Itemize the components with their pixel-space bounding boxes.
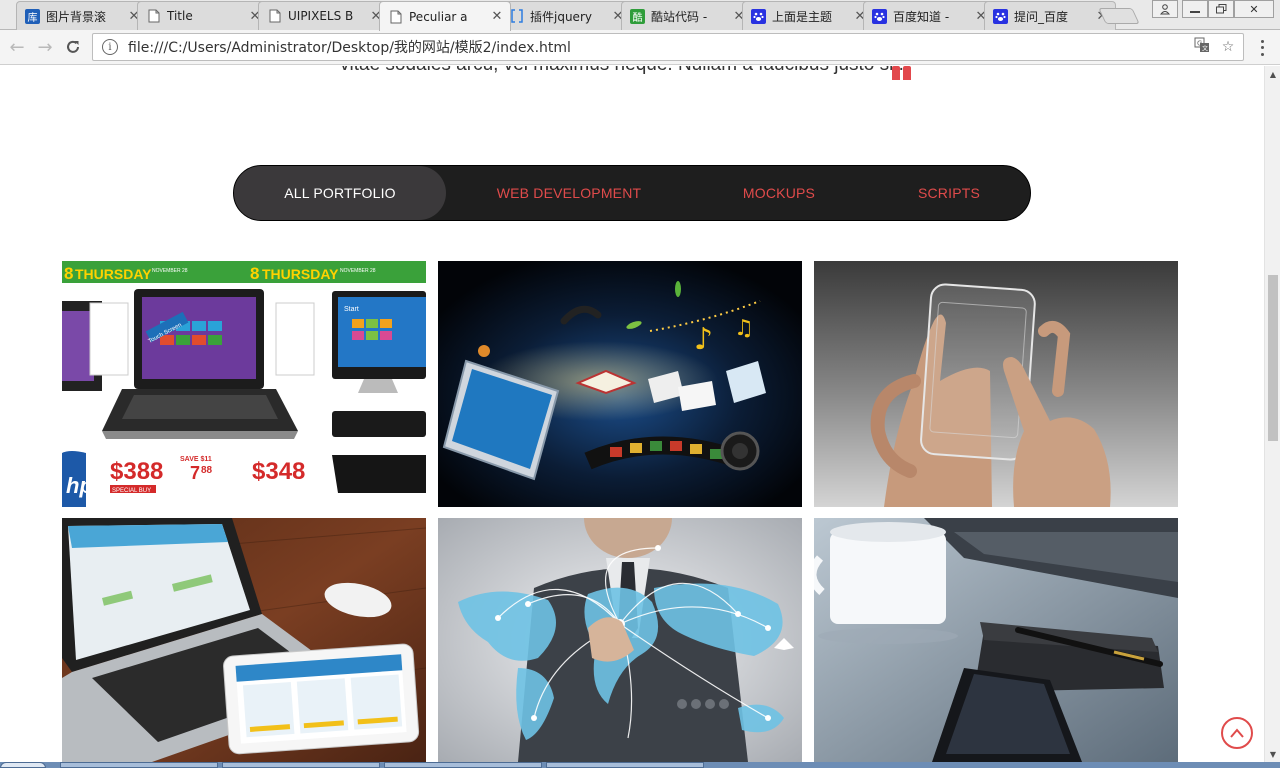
browser-tab-title: 提问_百度 (1014, 9, 1069, 24)
address-bar[interactable]: i file:///C:/Users/Administrator/Desktop… (92, 33, 1244, 61)
svg-text:7: 7 (190, 463, 200, 483)
svg-text:hp: hp (66, 473, 93, 498)
browser-tab-3[interactable]: Peculiar a ✕ (379, 1, 511, 31)
close-tab-icon[interactable]: ✕ (488, 9, 506, 24)
baidu-paw-icon (993, 8, 1008, 24)
browser-tab-title: Peculiar a (409, 9, 468, 24)
page-icon (146, 9, 161, 24)
svg-text:♫: ♫ (734, 316, 754, 341)
portfolio-item-desk-coffee[interactable] (814, 518, 1178, 762)
portfolio-item-media-splash[interactable]: ♪ ♫ (438, 261, 802, 507)
svg-text:$388: $388 (110, 458, 163, 485)
filter-web-development[interactable]: WEB DEVELOPMENT (454, 166, 684, 220)
portfolio-filter-bar: ALL PORTFOLIO WEB DEVELOPMENT MOCKUPS SC… (233, 165, 1031, 221)
media-splash-image: ♪ ♫ (438, 261, 802, 507)
svg-text:NOVEMBER 28: NOVEMBER 28 (340, 268, 376, 274)
browser-tab-title: 百度知道 - (893, 9, 950, 24)
page-icon (267, 9, 282, 24)
new-tab-button[interactable] (1098, 8, 1140, 24)
chevron-up-icon (1230, 728, 1244, 738)
baidu-paw-icon (751, 8, 766, 24)
back-to-top-button[interactable] (1221, 717, 1253, 749)
taskbar-item[interactable] (546, 762, 704, 768)
browser-toolbar: ← → i file:///C:/Users/Administrator/Des… (0, 30, 1280, 65)
ku-icon: 库 (25, 8, 40, 24)
page-viewport: vitae sodales arcu, vel maximus neque. N… (0, 66, 1264, 762)
svg-text:SAVE $11: SAVE $11 (180, 456, 212, 463)
back-icon[interactable]: ← (6, 36, 28, 58)
bracket-icon (509, 9, 524, 24)
browser-menu-icon[interactable] (1254, 38, 1270, 58)
browser-tab-title: 上面是主题 (772, 9, 833, 24)
glass-phone-image (814, 261, 1178, 507)
browser-tab-title: UIPIXELS B (288, 9, 354, 23)
svg-text:文: 文 (1202, 45, 1208, 53)
close-window-icon[interactable]: ✕ (1234, 0, 1274, 18)
filter-mockups[interactable]: MOCKUPS (704, 166, 854, 220)
info-icon[interactable]: i (102, 39, 118, 55)
forward-icon[interactable]: → (34, 36, 56, 58)
macbook-tablet-image (62, 518, 426, 762)
filter-scripts[interactable]: SCRIPTS (874, 166, 1024, 220)
address-url[interactable]: file:///C:/Users/Administrator/Desktop/我… (128, 37, 1191, 57)
restore-icon[interactable] (1208, 0, 1234, 18)
svg-text:SPECIAL BUY: SPECIAL BUY (112, 488, 151, 494)
browser-tab-2[interactable]: UIPIXELS B ✕ (258, 1, 390, 30)
svg-text:8: 8 (64, 264, 73, 283)
svg-text:$348: $348 (252, 458, 305, 485)
start-button[interactable] (0, 762, 46, 768)
scrollbar-thumb[interactable] (1268, 275, 1278, 441)
browser-tab-title: 图片背景滚 (46, 9, 107, 24)
desk-coffee-image (814, 518, 1178, 762)
bookmark-star-icon[interactable]: ☆ (1217, 39, 1239, 55)
browser-tab-8[interactable]: 提问_百度✕ (984, 1, 1116, 30)
svg-text:NOVEMBER 28: NOVEMBER 28 (152, 268, 188, 274)
reload-icon[interactable] (62, 36, 84, 58)
taskbar-item[interactable] (222, 762, 380, 768)
taskbar-item[interactable] (60, 762, 218, 768)
portfolio-item-laptop-ad[interactable]: 8 THURSDAY NOVEMBER 28 8 THURSDAY NOVEMB… (62, 261, 426, 507)
minimize-icon[interactable] (1182, 0, 1208, 18)
baidu-paw-icon (872, 8, 887, 24)
browser-tab-title: 酷站代码 - (651, 9, 708, 24)
world-network-image (438, 518, 802, 762)
page-icon (388, 9, 403, 24)
browser-tab-title: Title (167, 9, 193, 23)
taskbar-item[interactable] (384, 762, 542, 768)
os-taskbar (0, 762, 1280, 768)
browser-tab-strip: 库图片背景滚 ✕ Title ✕ UIPIXELS B ✕ Peculiar a ✕ 插件jqu… (0, 0, 1280, 31)
browser-tab-0[interactable]: 库图片背景滚 ✕ (16, 1, 148, 30)
svg-text:88: 88 (201, 465, 213, 476)
laptop-ad-image: 8 THURSDAY NOVEMBER 28 8 THURSDAY NOVEMB… (62, 261, 426, 507)
intro-text: vitae sodales arcu, vel maximus neque. N… (340, 66, 904, 76)
portfolio-item-macbook-tablet[interactable] (62, 518, 426, 762)
browser-tab-6[interactable]: 上面是主题 ✕ (742, 1, 874, 30)
filter-all-portfolio[interactable]: ALL PORTFOLIO (234, 166, 446, 220)
svg-text:♪: ♪ (694, 322, 713, 357)
browser-tab-1[interactable]: Title ✕ (137, 1, 269, 30)
browser-tab-7[interactable]: 百度知道 - ✕ (863, 1, 995, 30)
user-icon[interactable] (1152, 0, 1178, 18)
svg-text:THURSDAY: THURSDAY (75, 266, 152, 282)
svg-text:Start: Start (344, 306, 359, 313)
scroll-up-icon[interactable]: ▲ (1265, 66, 1280, 82)
portfolio-item-world-network[interactable] (438, 518, 802, 762)
svg-text:THURSDAY: THURSDAY (262, 266, 339, 282)
portfolio-item-glass-phone[interactable] (814, 261, 1178, 507)
scroll-down-icon[interactable]: ▼ (1265, 746, 1280, 762)
quote-icon (892, 66, 914, 80)
kuzhan-icon: 酷 (630, 8, 645, 24)
page-scrollbar[interactable]: ▲ ▼ (1264, 66, 1280, 762)
browser-tab-title: 插件jquery (530, 9, 592, 24)
browser-tab-5[interactable]: 酷酷站代码 - ✕ (621, 1, 753, 30)
translate-icon[interactable]: G文 (1191, 37, 1213, 57)
browser-tab-4[interactable]: 插件jquery ✕ (500, 1, 632, 30)
svg-text:8: 8 (250, 264, 259, 283)
